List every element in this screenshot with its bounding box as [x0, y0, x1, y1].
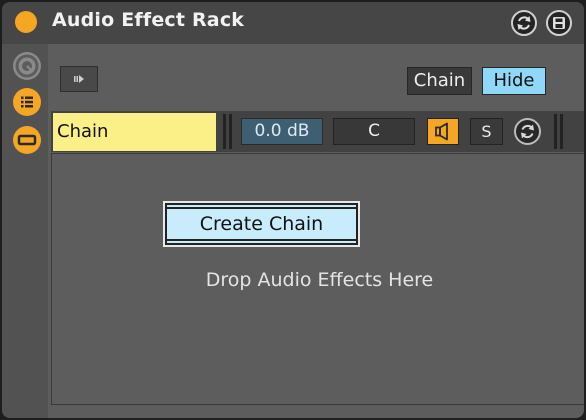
- chain-list-panel: Chain Hide Chain 0.0 dB C S Create Chain…: [48, 54, 584, 408]
- chain-grip-left[interactable]: [223, 114, 226, 149]
- title-bar[interactable]: Audio Effect Rack: [2, 2, 584, 44]
- auto-select-button[interactable]: [60, 66, 98, 92]
- chain-row[interactable]: Chain 0.0 dB C S: [51, 111, 584, 152]
- chain-list-icon[interactable]: [13, 88, 41, 116]
- chain-activator-button[interactable]: [427, 118, 459, 145]
- device-power-icon[interactable]: [15, 11, 37, 33]
- speaker-icon: [435, 122, 448, 141]
- chain-pan[interactable]: C: [333, 118, 415, 145]
- chain-button[interactable]: Chain: [407, 67, 472, 95]
- chain-grip-left-2[interactable]: [229, 114, 232, 149]
- chain-hot-swap-icon[interactable]: [514, 118, 541, 145]
- chain-volume[interactable]: 0.0 dB: [241, 118, 323, 145]
- chain-grip-right[interactable]: [554, 114, 557, 149]
- auto-select-icon: [74, 75, 84, 83]
- chain-name[interactable]: Chain: [53, 113, 216, 151]
- drop-hint: Drop Audio Effects Here: [205, 269, 434, 291]
- device-view-icon[interactable]: [13, 126, 41, 154]
- save-icon[interactable]: [546, 10, 572, 36]
- hot-swap-icon[interactable]: [511, 10, 537, 36]
- drop-area[interactable]: Create Chain Drop Audio Effects Here: [51, 153, 584, 405]
- device-title: Audio Effect Rack: [52, 9, 245, 31]
- hide-button[interactable]: Hide: [482, 67, 546, 95]
- create-chain-button[interactable]: Create Chain: [163, 201, 360, 247]
- rack-side-bar: [2, 44, 48, 418]
- chain-grip-right-2[interactable]: [560, 114, 563, 149]
- audio-effect-rack: Audio Effect Rack Chain Hide Chain 0.0 d…: [2, 2, 584, 418]
- chain-solo-button[interactable]: S: [470, 118, 503, 145]
- macro-knob-icon[interactable]: [13, 52, 41, 80]
